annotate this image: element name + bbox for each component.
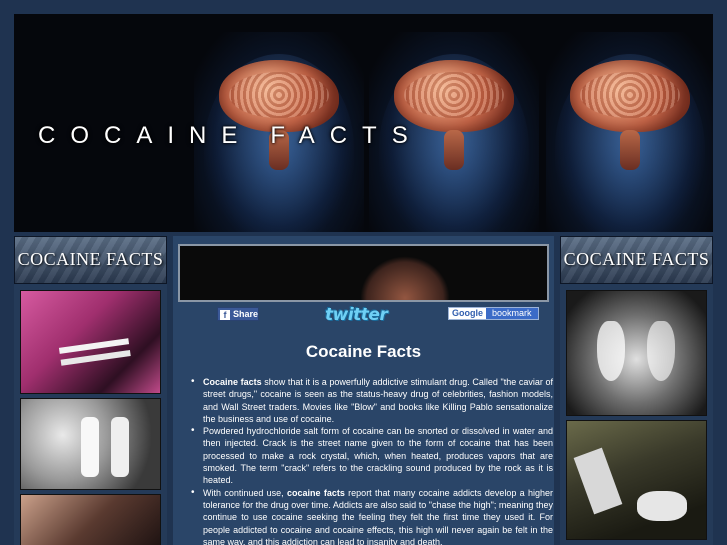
sidebar-photo-straw	[20, 290, 161, 394]
facebook-icon: f	[220, 310, 230, 320]
right-sidebar: COCAINE FACTS	[560, 236, 713, 545]
site-title: COCAINE FACTS	[38, 122, 423, 149]
main-content: f Share twitter Google bookmark Cocaine F…	[173, 236, 554, 545]
social-bar: f Share twitter Google bookmark	[173, 305, 554, 325]
twitter-button[interactable]: twitter	[325, 305, 388, 325]
facebook-share-button[interactable]: f Share	[217, 307, 259, 321]
bookmark-label: bookmark	[486, 308, 538, 319]
brain-image-3	[546, 32, 713, 232]
list-item: Powdered hydrochloride salt form of coca…	[191, 425, 553, 486]
list-item: Cocaine facts show that it is a powerful…	[191, 376, 553, 425]
sidebar-photo-bags	[566, 290, 707, 416]
left-sidebar: COCAINE FACTS	[14, 236, 167, 545]
sidebar-photo-people	[20, 494, 161, 545]
header-banner: COCAINE FACTS	[14, 14, 713, 232]
google-logo: Google	[449, 308, 486, 319]
sidebar-photo-lines	[20, 398, 161, 490]
right-sidebar-header: COCAINE FACTS	[560, 236, 713, 284]
sidebar-photo-razor	[566, 420, 707, 540]
left-sidebar-header: COCAINE FACTS	[14, 236, 167, 284]
page-heading: Cocaine Facts	[305, 342, 422, 361]
video-player[interactable]	[178, 244, 549, 302]
article-body: Cocaine facts show that it is a powerful…	[191, 376, 553, 545]
google-bookmark-button[interactable]: Google bookmark	[448, 307, 539, 320]
list-item: With continued use, cocaine facts report…	[191, 487, 553, 545]
